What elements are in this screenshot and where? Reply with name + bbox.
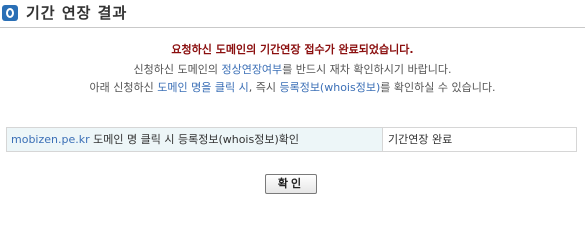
notice-line-2: 아래 신청하신 도메인 명을 클릭 시, 즉시 등록정보(whois정보)를 확… (0, 80, 585, 96)
whois-highlight: 등록정보(whois정보) (279, 81, 381, 94)
title-divider (0, 27, 585, 28)
page-title: 기간 연장 결과 (26, 4, 128, 22)
domain-link[interactable]: mobizen.pe.kr (11, 133, 90, 146)
domain-cell: mobizen.pe.kr 도메인 명 클릭 시 등록정보(whois정보)확인 (7, 128, 383, 151)
title-bar: 기간 연장 결과 (0, 0, 585, 30)
notice-text: 신청하신 도메인의 (133, 63, 222, 76)
notice-text: 아래 신청하신 (89, 81, 158, 94)
result-table: mobizen.pe.kr 도메인 명 클릭 시 등록정보(whois정보)확인… (6, 127, 577, 152)
notice-text: , 즉시 (248, 81, 280, 94)
status-cell: 기간연장 완료 (388, 133, 453, 146)
notice-text: 를 반드시 재차 확인하시기 바랍니다. (282, 63, 452, 76)
circle-o-icon (2, 5, 18, 21)
confirm-button[interactable]: 확인 (265, 174, 317, 194)
notice-text: 를 확인하실 수 있습니다. (380, 81, 496, 94)
domain-description: 도메인 명 클릭 시 등록정보(whois정보)확인 (89, 133, 299, 146)
domain-click-highlight: 도메인 명을 클릭 시 (157, 81, 249, 94)
notice-line-1: 신청하신 도메인의 정상연장여부를 반드시 재차 확인하시기 바랍니다. (0, 62, 585, 78)
renewal-status-highlight: 정상연장여부 (221, 63, 283, 76)
completion-heading: 요청하신 도메인의 기간연장 접수가 완료되었습니다. (171, 43, 414, 56)
